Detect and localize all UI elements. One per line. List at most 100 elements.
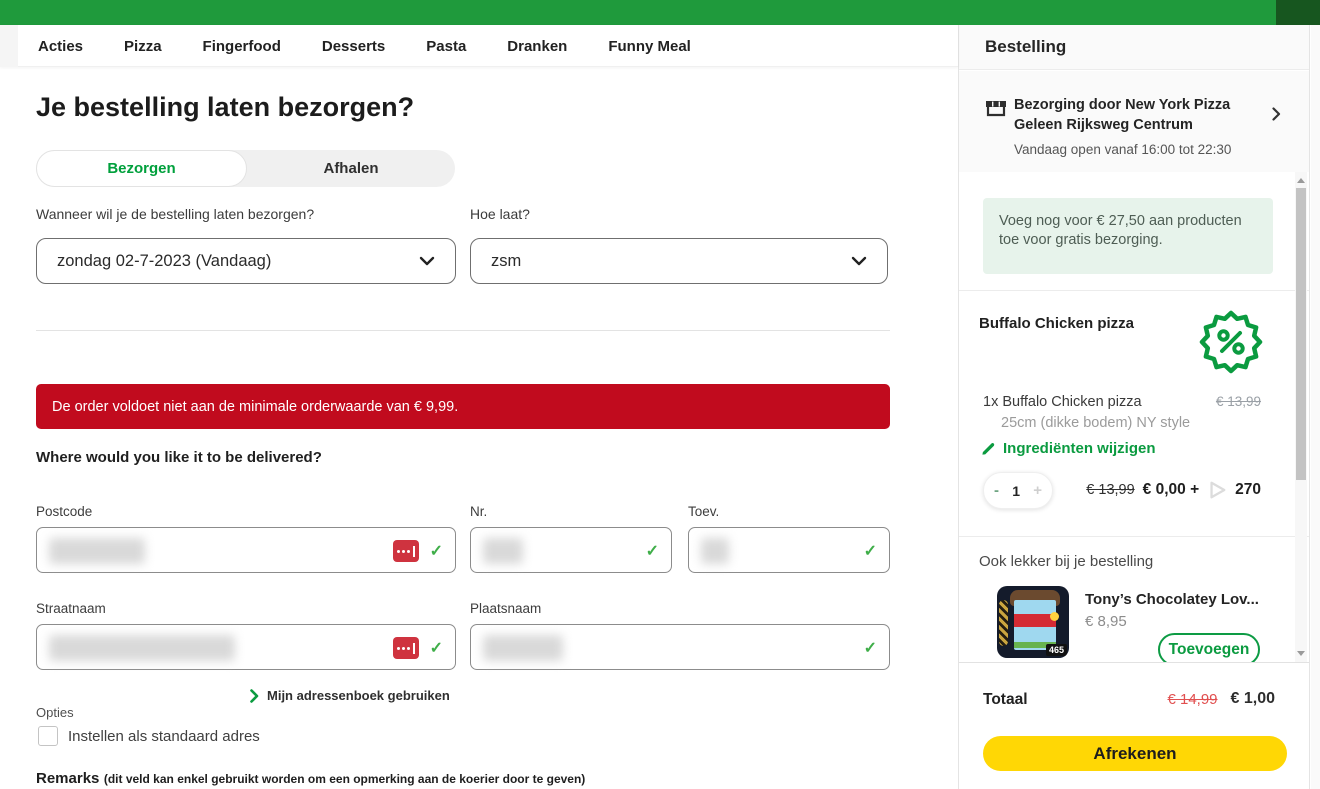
valid-check-icon: ✓ bbox=[864, 541, 877, 561]
page-title: Je bestelling laten bezorgen? bbox=[36, 92, 414, 123]
cart-item-line: 1x Buffalo Chicken pizza bbox=[983, 394, 1142, 410]
error-message-text: De order voldoet niet aan de minimale or… bbox=[52, 399, 458, 415]
straatnaam-input[interactable]: ✓ bbox=[36, 624, 456, 670]
checkout-button[interactable]: Afrekenen bbox=[983, 736, 1287, 771]
order-panel-header: Bestelling bbox=[959, 25, 1309, 70]
cart-item-description: 25cm (dikke bodem) NY style bbox=[1001, 415, 1190, 431]
password-manager-icon[interactable] bbox=[393, 637, 419, 659]
scrollbar-down-arrow[interactable] bbox=[1297, 651, 1305, 656]
right-gutter bbox=[1311, 25, 1320, 789]
edit-ingredients-link[interactable]: Ingrediënten wijzigen bbox=[981, 440, 1156, 457]
order-footer: Totaal € 14,99 € 1,00 Afrekenen bbox=[959, 662, 1309, 789]
redacted-value bbox=[49, 538, 145, 564]
addressbook-link[interactable]: Mijn adressenboek gebruiken bbox=[250, 688, 450, 703]
quantity-value: 1 bbox=[1012, 483, 1020, 499]
delivery-question: Where would you like it to be delivered? bbox=[36, 449, 322, 466]
delivery-time-select[interactable]: zsm bbox=[470, 238, 888, 284]
nav-item-dranken[interactable]: Dranken bbox=[507, 38, 567, 55]
total-original-price: € 14,99 bbox=[1167, 691, 1217, 708]
page: Acties Pizza Fingerfood Desserts Pasta D… bbox=[0, 0, 1320, 789]
main-navbar: Acties Pizza Fingerfood Desserts Pasta D… bbox=[0, 25, 958, 67]
panel-scrollbar[interactable] bbox=[1295, 172, 1307, 662]
free-delivery-notice: Voeg nog voor € 27,50 aan producten toe … bbox=[983, 198, 1273, 274]
nav-item-funny-meal[interactable]: Funny Meal bbox=[608, 38, 691, 55]
store-name: Bezorging door New York Pizza Geleen Rij… bbox=[1014, 95, 1242, 135]
minimum-order-error: De order voldoet niet aan de minimale or… bbox=[36, 384, 890, 429]
huisnummer-input[interactable]: ✓ bbox=[470, 527, 672, 573]
navbar-edge bbox=[0, 25, 18, 67]
plaatsnaam-input[interactable]: ✓ bbox=[470, 624, 890, 670]
upsell-product-name: Tony’s Chocolatey Lov... bbox=[1085, 591, 1259, 608]
store-hours: Vandaag open vanaf 16:00 tot 22:30 bbox=[1014, 142, 1231, 157]
password-manager-icon[interactable] bbox=[393, 540, 419, 562]
cart-item-old-price: € 13,99 bbox=[1216, 394, 1261, 409]
divider bbox=[959, 290, 1309, 291]
tab-afhalen[interactable]: Afhalen bbox=[247, 150, 455, 187]
cart-item-price-row: € 13,99 € 0,00 + 270 bbox=[1086, 480, 1261, 500]
delivery-date-value: zondag 02-7-2023 (Vandaag) bbox=[57, 252, 271, 271]
storefront-icon bbox=[985, 98, 1007, 123]
nav-item-pizza[interactable]: Pizza bbox=[124, 38, 162, 55]
chevron-down-icon bbox=[851, 252, 867, 271]
scrollbar-thumb[interactable] bbox=[1296, 188, 1306, 480]
delivery-time-value: zsm bbox=[491, 252, 521, 271]
store-info-section[interactable]: Bezorging door New York Pizza Geleen Rij… bbox=[959, 71, 1309, 172]
nav-item-acties[interactable]: Acties bbox=[38, 38, 83, 55]
product-volume-badge: 465 bbox=[1046, 644, 1067, 656]
redacted-value bbox=[483, 538, 523, 564]
chevron-down-icon bbox=[419, 252, 435, 271]
cart-item-title: Buffalo Chicken pizza bbox=[979, 315, 1134, 332]
plaatsnaam-label: Plaatsnaam bbox=[470, 601, 541, 616]
valid-check-icon: ✓ bbox=[646, 541, 659, 561]
chevron-right-icon bbox=[1272, 107, 1281, 126]
add-product-button[interactable]: Toevoegen bbox=[1158, 633, 1260, 662]
addressbook-link-label: Mijn adressenboek gebruiken bbox=[267, 688, 450, 703]
delivery-date-label: Wanneer wil je de bestelling laten bezor… bbox=[36, 206, 314, 222]
nav-item-fingerfood[interactable]: Fingerfood bbox=[203, 38, 281, 55]
quantity-stepper: - 1 + bbox=[983, 472, 1053, 509]
delivery-form-section: Je bestelling laten bezorgen? Bezorgen A… bbox=[0, 67, 958, 789]
remarks-hint: (dit veld kan enkel gebruikt worden om e… bbox=[104, 772, 585, 786]
remarks-label: Remarks (dit veld kan enkel gebruikt wor… bbox=[36, 770, 585, 788]
upsell-product-price: € 8,95 bbox=[1085, 613, 1127, 630]
nav-item-pasta[interactable]: Pasta bbox=[426, 38, 466, 55]
chevron-right-icon bbox=[250, 689, 259, 703]
redacted-value bbox=[483, 635, 563, 661]
pencil-icon bbox=[981, 441, 996, 456]
delivery-date-select[interactable]: zondag 02-7-2023 (Vandaag) bbox=[36, 238, 456, 284]
loyalty-points-icon bbox=[1207, 480, 1227, 500]
total-price: € 1,00 bbox=[1231, 690, 1275, 708]
postcode-label: Postcode bbox=[36, 504, 92, 519]
top-green-banner bbox=[0, 0, 1320, 25]
nr-label: Nr. bbox=[470, 504, 487, 519]
upsell-product-image: 465 bbox=[997, 586, 1069, 658]
divider bbox=[959, 536, 1309, 537]
default-address-checkbox[interactable] bbox=[38, 726, 58, 746]
divider bbox=[36, 330, 890, 331]
quantity-increase-button[interactable]: + bbox=[1033, 482, 1042, 499]
default-address-label: Instellen als standaard adres bbox=[68, 728, 260, 745]
discount-percent-badge-icon bbox=[1199, 310, 1263, 379]
nav-item-desserts[interactable]: Desserts bbox=[322, 38, 385, 55]
delivery-pickup-tabs: Bezorgen Afhalen bbox=[36, 150, 455, 187]
postcode-input[interactable]: ✓ bbox=[36, 527, 456, 573]
total-prices: € 14,99 € 1,00 bbox=[1167, 690, 1275, 708]
price-original: € 13,99 bbox=[1086, 482, 1134, 498]
top-banner-dark-segment bbox=[1276, 0, 1320, 25]
tab-bezorgen[interactable]: Bezorgen bbox=[36, 150, 247, 187]
valid-check-icon: ✓ bbox=[430, 541, 443, 561]
upsell-heading: Ook lekker bij je bestelling bbox=[979, 553, 1153, 570]
valid-check-icon: ✓ bbox=[430, 638, 443, 658]
toevoeging-input[interactable]: ✓ bbox=[688, 527, 890, 573]
scrollbar-up-arrow[interactable] bbox=[1297, 178, 1305, 183]
order-panel-title: Bestelling bbox=[985, 37, 1066, 57]
remarks-title: Remarks bbox=[36, 770, 99, 787]
order-scroll-area: Voeg nog voor € 27,50 aan producten toe … bbox=[959, 172, 1309, 662]
redacted-value bbox=[49, 635, 235, 661]
straatnaam-label: Straatnaam bbox=[36, 601, 106, 616]
valid-check-icon: ✓ bbox=[864, 638, 877, 658]
delivery-time-label: Hoe laat? bbox=[470, 206, 530, 222]
quantity-decrease-button[interactable]: - bbox=[994, 482, 999, 499]
redacted-value bbox=[701, 538, 729, 564]
order-panel: Bestelling Bezorging door New York Pizza… bbox=[958, 25, 1310, 789]
